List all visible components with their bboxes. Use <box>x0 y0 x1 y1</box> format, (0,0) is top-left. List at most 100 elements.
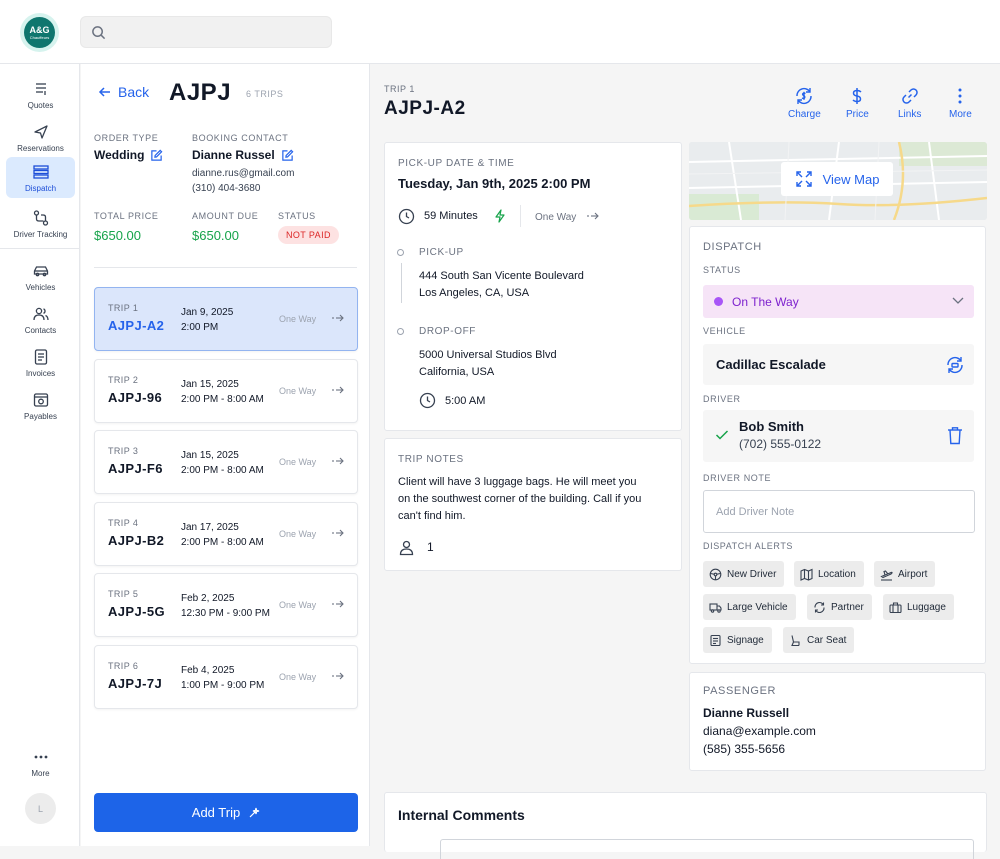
trip-card-way: One Way <box>279 457 317 467</box>
map-icon <box>800 568 813 581</box>
payment-status-badge: NOT PAID <box>278 226 339 244</box>
booking-contact: Dianne Russel <box>192 148 294 162</box>
nav-item-quotes[interactable]: Quotes <box>6 74 75 115</box>
invoice-icon <box>34 349 47 365</box>
trip-card[interactable]: TRIP 2 AJPJ-96 Jan 15, 2025 2:00 PM - 8:00 … <box>94 358 358 423</box>
alert-label: Airport <box>898 568 928 580</box>
dispatch-alerts-label: DISPATCH ALERTS <box>703 541 794 551</box>
comment-input[interactable] <box>440 839 974 859</box>
logo-subtext: Chauffeurs <box>29 34 50 40</box>
trip-card[interactable]: TRIP 4 AJPJ-B2 Jan 17, 2025 2:00 PM - 8:00 … <box>94 501 358 566</box>
total-price-label: TOTAL PRICE <box>94 211 159 221</box>
trip-notes: Client will have 3 luggage bags. He will… <box>398 476 642 522</box>
trip-card[interactable]: TRIP 5 AJPJ-5G Feb 2, 2025 12:30 PM - 9:00 … <box>94 573 358 637</box>
driver-note-input[interactable] <box>703 490 975 533</box>
charge-button[interactable]: Charge <box>788 86 821 120</box>
trip-card-id: AJPJ-5G <box>108 604 165 619</box>
alert-label: Location <box>818 568 856 580</box>
trip-card-date: Jan 15, 2025 <box>181 450 239 461</box>
nav-item-dispatch[interactable]: Dispatch <box>6 157 75 198</box>
alert-label: Large Vehicle <box>727 601 788 613</box>
user-avatar[interactable]: L <box>25 793 56 824</box>
view-map-button[interactable]: View Map <box>781 162 893 196</box>
trash-icon[interactable] <box>947 426 963 445</box>
trip-card-date: Jan 17, 2025 <box>181 521 239 533</box>
arrow-left-icon <box>98 87 110 97</box>
nav-item-more[interactable]: More <box>6 742 75 783</box>
driver-field[interactable]: Bob Smith (702) 555-0122 <box>703 410 974 462</box>
nav-label: Driver Tracking <box>13 230 68 239</box>
alert-chip-luggage[interactable]: Luggage <box>883 594 954 620</box>
alert-chip-car-seat[interactable]: Car Seat <box>783 627 855 653</box>
nav-item-contacts[interactable]: Contacts <box>6 299 75 340</box>
links-button[interactable]: Links <box>898 86 921 120</box>
nav-item-payables[interactable]: Payables <box>6 385 75 426</box>
trip-card-number: TRIP 5 <box>108 589 139 599</box>
luggage-icon <box>889 601 902 613</box>
pickup-address-line1: 444 South San Vicente Boulevard <box>419 270 584 282</box>
trip-card-time: 2:00 PM - 8:00 AM <box>181 393 264 405</box>
nav-label: Vehicles <box>25 283 56 292</box>
route-line <box>401 263 402 303</box>
amount-due: $650.00 <box>192 228 239 243</box>
nav-item-invoices[interactable]: Invoices <box>6 342 75 383</box>
alert-chip-new-driver[interactable]: New Driver <box>703 561 785 587</box>
passenger-card: PASSENGER Dianne Russell diana@example.c… <box>689 672 986 771</box>
nav-divider <box>0 248 80 249</box>
route-map[interactable]: View Map <box>689 142 987 220</box>
dispatch-title: DISPATCH <box>703 241 762 253</box>
alert-chip-partner[interactable]: Partner <box>807 594 872 620</box>
vehicle-field[interactable]: Cadillac Escalade <box>703 344 974 385</box>
trip-card[interactable]: TRIP 3 AJPJ-F6 Jan 15, 2025 2:00 PM - 8:00 … <box>94 430 358 494</box>
alert-chip-airport[interactable]: Airport <box>874 561 936 587</box>
trip-card-time: 12:30 PM - 9:00 PM <box>181 608 270 619</box>
alert-chip-location[interactable]: Location <box>794 561 864 587</box>
nav-item-reservations[interactable]: Reservations <box>6 117 75 158</box>
dispatch-card: DISPATCH STATUS On The Way VEHICLE Cadil… <box>689 226 986 664</box>
order-type: Wedding <box>94 148 163 162</box>
chevron-down-icon <box>952 297 964 304</box>
trip-card-time: 1:00 PM - 9:00 PM <box>181 679 265 691</box>
swap-vehicle-icon[interactable] <box>945 355 965 375</box>
order-type-label: ORDER TYPE <box>94 133 159 143</box>
amount-due-label: AMOUNT DUE <box>192 211 259 221</box>
side-navigation: Quotes Reservations Dispatch Driver Trac… <box>0 64 80 846</box>
more-horizontal-icon <box>34 755 47 759</box>
trip-card[interactable]: TRIP 6 AJPJ-7J Feb 4, 2025 1:00 PM - 9:00 P… <box>94 644 358 709</box>
logo-text: A&G <box>29 24 50 35</box>
person-icon <box>399 540 414 556</box>
edit-icon[interactable] <box>281 149 294 162</box>
back-button[interactable]: Back <box>98 84 149 100</box>
price-button[interactable]: Price <box>846 86 869 120</box>
more-label: More <box>949 109 972 120</box>
add-trip-label: Add Trip <box>191 805 241 820</box>
add-trip-button[interactable]: Add Trip <box>94 793 358 832</box>
trip-card-id: AJPJ-B2 <box>108 532 165 548</box>
pickup-label: PICK-UP <box>419 247 464 258</box>
users-icon <box>32 307 49 321</box>
nav-item-vehicles[interactable]: Vehicles <box>6 256 75 297</box>
more-button[interactable]: More <box>949 86 972 120</box>
nav-label: Contacts <box>24 326 57 335</box>
nav-label: Quotes <box>27 101 54 110</box>
dispatch-status-select[interactable]: On The Way <box>703 285 974 318</box>
pickup-datetime: Tuesday, Jan 9th, 2025 2:00 PM <box>398 176 591 191</box>
passenger-label: PASSENGER <box>703 685 777 697</box>
trips-count: 6 TRIPS <box>246 89 284 99</box>
search-icon <box>92 26 106 40</box>
search-bar[interactable] <box>80 16 332 48</box>
check-icon <box>715 430 729 440</box>
nav-item-driver-tracking[interactable]: Driver Tracking <box>6 203 75 244</box>
nav-label: More <box>31 769 50 778</box>
alert-label: Signage <box>727 634 764 646</box>
edit-icon[interactable] <box>150 149 163 162</box>
send-icon <box>33 125 48 139</box>
link-icon <box>901 88 918 104</box>
search-input[interactable] <box>113 17 323 47</box>
trip-card[interactable]: TRIP 1 AJPJ-A2 Jan 9, 2025 2:00 PM One Way <box>94 287 358 351</box>
more-vertical-icon <box>958 88 962 104</box>
alert-chip-signage[interactable]: Signage <box>703 627 772 653</box>
trip-way: One Way <box>535 212 577 223</box>
app-logo[interactable]: A&G Chauffeurs <box>20 13 59 52</box>
alert-chip-large-vehicle[interactable]: Large Vehicle <box>703 594 796 620</box>
